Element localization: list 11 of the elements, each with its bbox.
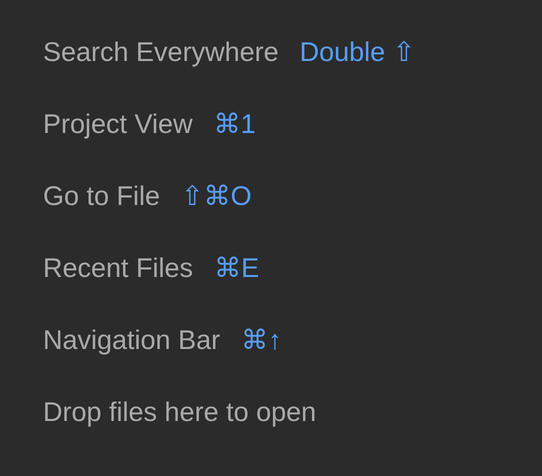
hint-label: Search Everywhere xyxy=(43,36,279,69)
hint-label: Recent Files xyxy=(43,252,194,285)
shortcut-text: ⌘E xyxy=(214,252,260,285)
hint-label: Drop files here to open xyxy=(43,396,316,429)
shortcut-text: ⌘1 xyxy=(214,108,256,141)
shortcut-text: Double ⇧ xyxy=(300,36,416,69)
shortcut-text: ⌘↑ xyxy=(241,324,282,357)
hint-label: Navigation Bar xyxy=(43,324,220,357)
hint-label: Go to File xyxy=(43,180,160,213)
hint-label: Project View xyxy=(43,108,193,141)
shortcut-text: ⇧⌘O xyxy=(181,180,252,213)
